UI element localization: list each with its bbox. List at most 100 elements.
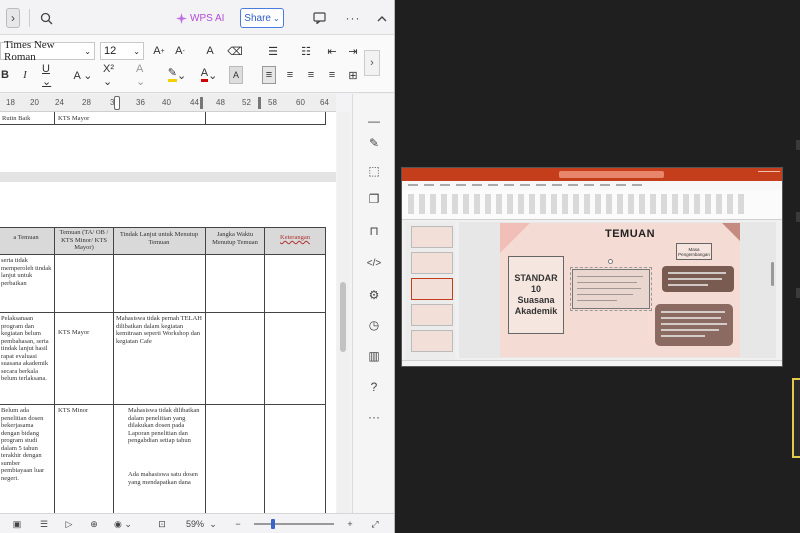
ruler-tick: 36 bbox=[136, 98, 145, 107]
chart-icon[interactable]: ▥ bbox=[365, 347, 383, 365]
vertical-scrollbar[interactable] bbox=[337, 112, 350, 513]
text-line bbox=[668, 272, 726, 274]
scrollbar-thumb[interactable] bbox=[340, 282, 346, 352]
ppt-search-box[interactable] bbox=[559, 171, 664, 178]
ruler-tick: 40 bbox=[162, 98, 171, 107]
ruler-tick: 64 bbox=[320, 98, 329, 107]
selected-text-box[interactable] bbox=[572, 269, 650, 309]
slide: TEMUAN STANDAR 10 Suasana Akademik Masa … bbox=[500, 223, 740, 357]
text-line bbox=[661, 323, 727, 325]
clock-icon[interactable]: ◷ bbox=[365, 316, 383, 334]
font-name-dropdown[interactable]: Times New Roman ⌄ bbox=[0, 39, 95, 63]
web-view-icon[interactable]: ⊕ bbox=[87, 517, 101, 531]
align-left-icon[interactable]: ≡ bbox=[262, 66, 276, 84]
rotate-handle[interactable] bbox=[608, 259, 613, 264]
bullet-list-icon[interactable]: ☰ bbox=[262, 42, 284, 60]
table-header-cell: Temuan (TA/ OB / KTS Minor/ KTS Mayor) bbox=[59, 229, 109, 251]
justify-icon[interactable]: ≡ bbox=[325, 66, 339, 84]
zoom-slider-knob[interactable] bbox=[271, 519, 275, 529]
numbered-list-icon[interactable]: ☷ bbox=[295, 42, 317, 60]
slide-thumbnail[interactable] bbox=[411, 330, 453, 352]
help-icon[interactable]: ? bbox=[365, 378, 383, 396]
table-border bbox=[0, 312, 326, 313]
zoom-level[interactable]: 59% bbox=[182, 517, 208, 531]
decrease-font-button[interactable]: A- bbox=[173, 42, 187, 60]
share-button[interactable]: Share ⌄ bbox=[240, 8, 284, 28]
ruler-tick: 44 bbox=[190, 98, 199, 107]
align-center-icon[interactable]: ≡ bbox=[283, 66, 297, 84]
zoom-slider[interactable] bbox=[254, 523, 334, 525]
table-border bbox=[54, 112, 55, 124]
page-view-icon[interactable]: ▣ bbox=[10, 517, 24, 531]
search-button[interactable] bbox=[36, 8, 56, 28]
superscript-button[interactable]: X² ⌄ bbox=[103, 63, 125, 88]
slide-thumbnail[interactable] bbox=[411, 226, 453, 248]
fullscreen-icon[interactable]: ⤢ bbox=[368, 517, 382, 531]
ribbon-controls[interactable] bbox=[408, 194, 748, 214]
increase-font-button[interactable]: A + bbox=[152, 42, 166, 60]
slide-thumbnail[interactable] bbox=[411, 252, 453, 274]
format-ribbon: Times New Roman ⌄ 12 ⌄ A + A- A ⌫ ☰ ☷ ⇤ ⇥… bbox=[0, 35, 394, 93]
text-effect-button[interactable]: A ⌄ bbox=[136, 63, 154, 88]
tab-marker[interactable] bbox=[258, 97, 261, 109]
slide-scrollbar[interactable] bbox=[771, 262, 774, 286]
collapse-ribbon-button[interactable] bbox=[373, 8, 391, 28]
tab-marker[interactable] bbox=[200, 97, 203, 109]
ruler-tick: 20 bbox=[30, 98, 39, 107]
slide-editing-canvas[interactable]: TEMUAN STANDAR 10 Suasana Akademik Masa … bbox=[459, 222, 776, 358]
align-right-icon[interactable]: ≡ bbox=[304, 66, 318, 84]
change-case-button[interactable]: A bbox=[203, 42, 217, 60]
italic-button[interactable]: I bbox=[20, 66, 30, 84]
clear-format-icon[interactable]: ⌫ bbox=[227, 42, 243, 60]
play-icon[interactable]: ▷ bbox=[62, 517, 76, 531]
increase-indent-icon[interactable]: ⇥ bbox=[346, 42, 360, 60]
bold-button[interactable]: B bbox=[0, 66, 10, 84]
slide-thumbnail-selected[interactable] bbox=[411, 278, 453, 300]
decrease-indent-icon[interactable]: ⇤ bbox=[325, 42, 339, 60]
outline-view-icon[interactable]: ☰ bbox=[37, 517, 51, 531]
lock-icon[interactable]: ⊓ bbox=[365, 222, 383, 240]
zoom-dropdown-icon[interactable]: ⌄ bbox=[208, 517, 218, 531]
zoom-in-button[interactable]: + bbox=[344, 517, 356, 531]
standard-box: STANDAR 10 Suasana Akademik bbox=[508, 256, 564, 334]
window-controls[interactable] bbox=[758, 171, 780, 178]
edge-thumbnail bbox=[796, 212, 800, 222]
table-border bbox=[113, 227, 114, 513]
eye-icon[interactable]: ◉ ⌄ bbox=[112, 517, 134, 531]
copy-icon[interactable]: ❐ bbox=[365, 190, 383, 208]
pen-icon[interactable]: ✎ bbox=[365, 134, 383, 152]
table-cell: Belum ada penelitian dosen bekerjasama d… bbox=[1, 407, 45, 482]
edge-thumbnail bbox=[796, 288, 800, 298]
font-size-dropdown[interactable]: 12 ⌄ bbox=[100, 42, 144, 60]
table-cell: Mahasiswa tidak pernah TELAH dilibatkan … bbox=[116, 315, 202, 345]
code-icon[interactable]: </> bbox=[365, 254, 383, 272]
font-color-button[interactable]: A ⌄ bbox=[198, 66, 220, 84]
more-options-button[interactable]: ··· bbox=[343, 8, 363, 28]
sliders-icon[interactable]: ⚙ bbox=[365, 286, 383, 304]
chevron-down-icon: ⌄ bbox=[133, 46, 140, 56]
menu-strip[interactable] bbox=[408, 184, 648, 186]
document-canvas[interactable]: Rutin Baik KTS Mayor a Temuan Temuan (TA… bbox=[0, 112, 336, 513]
columns-icon[interactable]: ⊞ bbox=[346, 66, 360, 84]
indent-marker[interactable] bbox=[114, 96, 120, 110]
underline-button[interactable]: U ⌄ bbox=[42, 63, 62, 88]
wps-ai-button[interactable]: WPS AI bbox=[176, 10, 224, 26]
ribbon-scroll-right-button[interactable]: › bbox=[364, 50, 380, 76]
back-chevron-button[interactable]: › bbox=[6, 8, 20, 28]
active-participant-tile[interactable] bbox=[792, 378, 800, 458]
zoom-out-button[interactable]: − bbox=[232, 517, 244, 531]
screen: › WPS AI Share ⌄ ··· Times New Roman ⌄ 1… bbox=[0, 0, 800, 533]
minimize-icon[interactable]: — bbox=[365, 112, 383, 130]
select-pointer-icon[interactable]: ⬚ bbox=[365, 162, 383, 180]
slide-thumbnail[interactable] bbox=[411, 304, 453, 326]
document-page: a Temuan Temuan (TA/ OB / KTS Minor/ KTS… bbox=[0, 182, 336, 513]
comment-button[interactable] bbox=[309, 8, 331, 28]
edge-thumbnail bbox=[796, 140, 800, 150]
highlight-button[interactable]: ✎ ⌄ bbox=[166, 66, 188, 84]
more-icon[interactable]: ··· bbox=[365, 408, 383, 426]
strikethrough-button[interactable]: A ⌄ bbox=[72, 66, 94, 84]
ruler-tick: 52 bbox=[242, 98, 251, 107]
character-shading-button[interactable]: A bbox=[229, 66, 243, 84]
chevron-up-icon bbox=[377, 15, 387, 21]
fit-page-icon[interactable]: ⊡ bbox=[155, 517, 169, 531]
